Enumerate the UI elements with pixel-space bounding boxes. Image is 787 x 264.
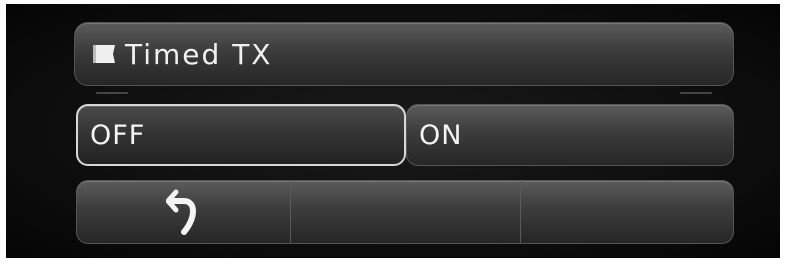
bottom-bar [76, 180, 734, 244]
back-button[interactable] [77, 181, 291, 243]
off-button[interactable]: OFF [76, 104, 406, 166]
flag-icon [93, 45, 115, 63]
divider [96, 92, 128, 94]
off-label: OFF [90, 119, 146, 151]
on-button[interactable]: ON [406, 104, 734, 166]
on-label: ON [419, 119, 463, 151]
title-bar: Timed TX [74, 22, 734, 86]
empty-button-2[interactable] [291, 181, 521, 243]
screen: Timed TX OFF ON [0, 0, 787, 264]
return-arrow-icon [165, 189, 196, 235]
empty-button-3[interactable] [521, 181, 733, 243]
divider [680, 92, 712, 94]
page-title: Timed TX [125, 37, 273, 71]
